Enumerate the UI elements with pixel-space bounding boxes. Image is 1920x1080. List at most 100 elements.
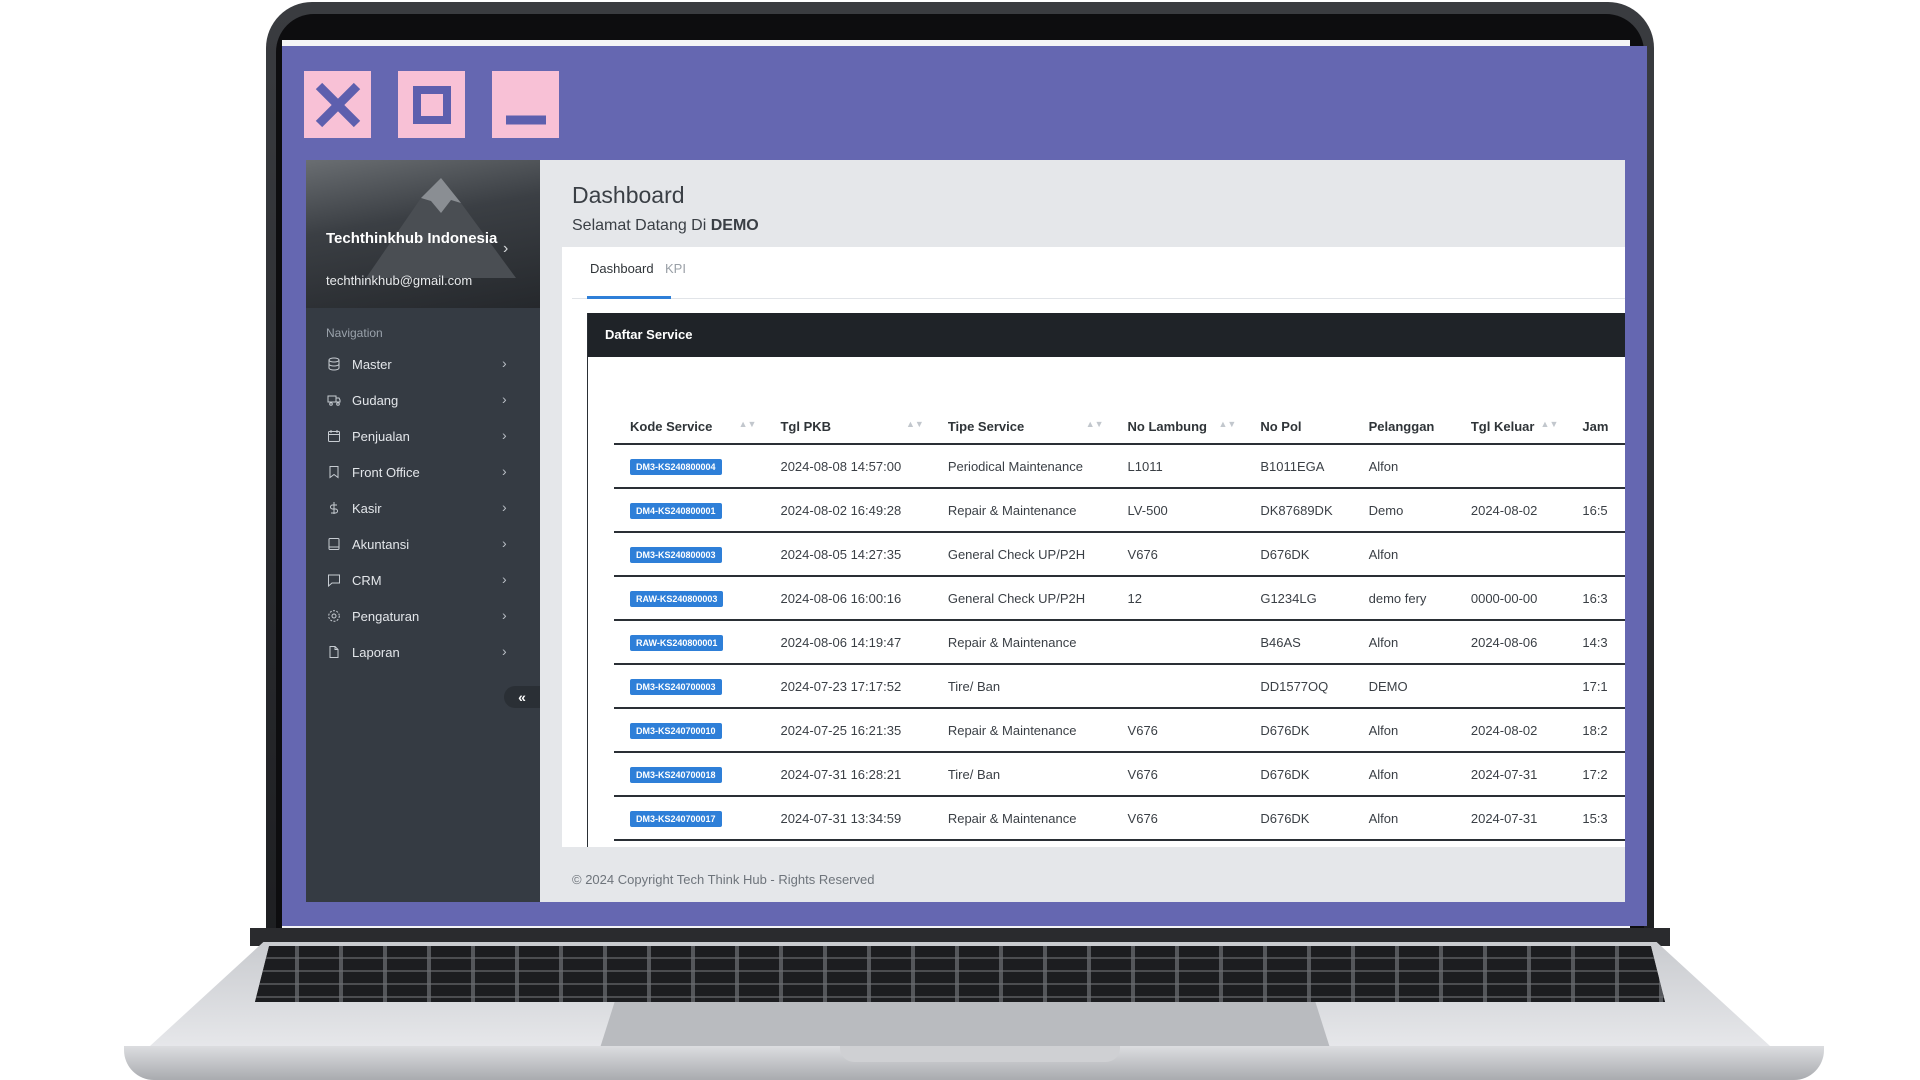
cell-text: L1011 (1127, 458, 1163, 474)
table-cell: Demo (1352, 488, 1455, 533)
table-row[interactable]: DM3-KS240800004 2024-08-08 14:57:00 Period… (614, 444, 1625, 489)
cell-text: G1234LG (1260, 590, 1317, 606)
column-header-tipe-service[interactable]: Tipe Service ▲▼ (931, 409, 1112, 445)
double-chevron-left-icon: « (518, 689, 526, 705)
table-cell: L1011 (1111, 444, 1245, 489)
table-row[interactable]: RAW-KS240800003 2024-08-06 16:00:16 Genera… (614, 576, 1625, 621)
sidebar: Techthinkhub Indonesia techthinkhub@gmai… (306, 160, 540, 902)
service-code-badge[interactable]: DM3-KS240800003 (630, 546, 722, 563)
cell-text: Demo (1368, 502, 1404, 518)
table-cell: DM3-KS240800004 (614, 444, 765, 489)
table-cell: D676DK (1244, 752, 1353, 797)
column-header-tgl-pkb[interactable]: Tgl PKB ▲▼ (764, 409, 932, 445)
table-cell: 2024-08-08 14:57:00 (764, 444, 932, 489)
sidebar-item-penjualan[interactable]: Penjualan › (306, 418, 540, 454)
service-code-badge[interactable]: DM3-KS240700010 (630, 722, 722, 739)
table-row[interactable]: DM3-KS240700017 2024-07-31 13:34:59 Repair… (614, 796, 1625, 841)
table-cell: Alfon (1352, 620, 1455, 665)
table-cell: 2024-07-31 (1454, 796, 1567, 841)
table-cell: Tire/ Ban (931, 664, 1112, 709)
cell-text: Alfon (1368, 766, 1399, 782)
dollar-icon (326, 500, 342, 516)
active-tab-indicator (587, 296, 671, 299)
table-cell: D676DK (1244, 708, 1353, 753)
service-code-badge[interactable]: DM3-KS240700003 (630, 678, 722, 695)
table-cell: Alfon (1352, 708, 1455, 753)
dashboard-card: Dashboard KPI Daftar Service Kode Servic… (562, 247, 1625, 847)
cell-text: Alfon (1368, 546, 1399, 562)
close-icon (315, 82, 360, 127)
table-cell: General Check UP/P2H (931, 576, 1112, 621)
column-header-jam[interactable]: Jam (1566, 409, 1625, 445)
cell-text: 17:2 (1582, 766, 1608, 782)
welcome-name: DEMO (710, 217, 759, 234)
table-cell: Alfon (1352, 796, 1455, 841)
sidebar-item-laporan[interactable]: Laporan › (306, 634, 540, 670)
tab-dashboard[interactable]: Dashboard (590, 261, 654, 276)
cell-text: D676DK (1260, 810, 1310, 826)
table-cell: DM3-KS240700003 (614, 664, 765, 709)
column-header-label: Tipe Service (947, 418, 1025, 434)
chevron-right-icon[interactable]: › (503, 240, 508, 258)
table-cell: 2024-08-02 16:49:28 (764, 488, 932, 533)
sidebar-item-kasir[interactable]: Kasir › (306, 490, 540, 526)
sidebar-item-crm[interactable]: CRM › (306, 562, 540, 598)
column-header-kode-service[interactable]: Kode Service ▲▼ (614, 409, 765, 445)
column-header-no-pol[interactable]: No Pol (1244, 409, 1353, 445)
tab-kpi[interactable]: KPI (665, 261, 686, 276)
column-header-tgl-keluar[interactable]: Tgl Keluar ▲▼ (1454, 409, 1567, 445)
profile-card[interactable]: Techthinkhub Indonesia techthinkhub@gmai… (306, 160, 540, 308)
service-code-badge[interactable]: RAW-KS240800003 (630, 590, 724, 607)
close-button[interactable] (304, 71, 371, 138)
table-row[interactable]: DM3-KS240700018 2024-07-31 16:28:21 Tire/ … (614, 752, 1625, 797)
table-cell: 17:2 (1566, 752, 1625, 797)
cell-text: 15:3 (1582, 810, 1608, 826)
sort-icon: ▲▼ (1218, 419, 1237, 429)
service-code-badge[interactable]: DM3-KS240700017 (630, 810, 722, 827)
sidebar-item-master[interactable]: Master › (306, 346, 540, 382)
table-row[interactable]: DM4-KS240800001 2024-08-02 16:49:28 Repair… (614, 488, 1625, 533)
sidebar-item-gudang[interactable]: Gudang › (306, 382, 540, 418)
main-content: Dashboard Selamat Datang Di DEMO Dashboa… (540, 160, 1625, 902)
table-cell: DEMO (1352, 664, 1455, 709)
cell-text: Repair & Maintenance (947, 502, 1077, 518)
chevron-right-icon: › (502, 643, 507, 659)
cell-text: Repair & Maintenance (947, 810, 1077, 826)
table-cell: 17:1 (1566, 664, 1625, 709)
service-code-badge[interactable]: DM4-KS240800001 (630, 502, 722, 519)
table-cell: RAW-KS240800001 (614, 620, 765, 665)
table-row[interactable]: RAW-KS240800001 2024-08-06 14:19:47 Repair… (614, 620, 1625, 665)
service-code-badge[interactable]: RAW-KS240800001 (630, 634, 724, 651)
sidebar-item-akuntansi[interactable]: Akuntansi › (306, 526, 540, 562)
table-cell: DK87689DK (1244, 488, 1353, 533)
cell-text: DEMO (1368, 678, 1408, 694)
sort-icon: ▲▼ (738, 419, 757, 429)
column-header-no-lambung[interactable]: No Lambung ▲▼ (1111, 409, 1245, 445)
table-row[interactable]: DM3-KS240800003 2024-08-05 14:27:35 Genera… (614, 532, 1625, 577)
cell-text: 2024-08-02 (1470, 722, 1538, 738)
sidebar-item-front-office[interactable]: Front Office › (306, 454, 540, 490)
table-row[interactable]: DM3-KS240700003 2024-07-23 17:17:52 Tire/ … (614, 664, 1625, 709)
column-header-pelanggan[interactable]: Pelanggan (1352, 409, 1455, 445)
maximize-icon (412, 85, 451, 124)
maximize-button[interactable] (398, 71, 465, 138)
laptop-notch (840, 1046, 1120, 1062)
database-icon (326, 356, 342, 372)
book-icon (326, 536, 342, 552)
minimize-button[interactable] (492, 71, 559, 138)
table-row[interactable]: DM3-KS240700010 2024-07-25 16:21:35 Repair… (614, 708, 1625, 753)
table-cell: DM3-KS240700010 (614, 708, 765, 753)
service-code-badge[interactable]: DM3-KS240700018 (630, 766, 722, 783)
table-cell: DM4-KS240800001 (614, 488, 765, 533)
cell-text: General Check UP/P2H (947, 546, 1086, 562)
cell-text: V676 (1127, 810, 1158, 826)
table-cell: 2024-08-05 14:27:35 (764, 532, 932, 577)
service-code-badge[interactable]: DM3-KS240800004 (630, 458, 722, 475)
collapse-sidebar-button[interactable]: « (504, 686, 540, 708)
sort-icon: ▲▼ (906, 419, 924, 429)
table-cell (1454, 444, 1567, 489)
column-header-label: Tgl PKB (780, 418, 832, 434)
table-cell: 16:5 (1566, 488, 1625, 533)
table-cell: RAW-KS240800003 (614, 576, 765, 621)
sidebar-item-pengaturan[interactable]: Pengaturan › (306, 598, 540, 634)
